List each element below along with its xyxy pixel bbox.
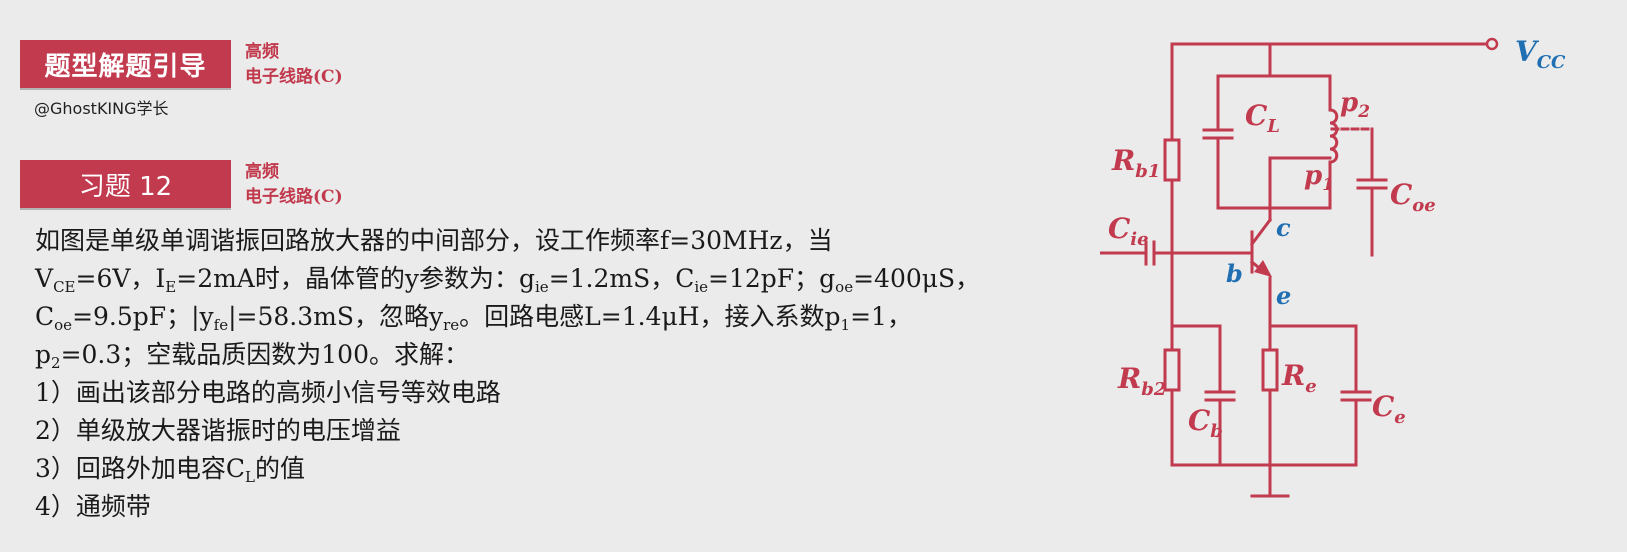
problem-line-3: Coe=9.5pF；|yfe|=58.3mS，忽略yre。回路电感L=1.4μH…	[35, 302, 912, 334]
node-b-label: b	[1226, 259, 1243, 288]
exercise-course-line1: 高频	[245, 162, 279, 182]
rb2-label: Rb2	[1117, 362, 1166, 400]
problem-line-2: VCE=6V，IE=2mA时，晶体管的y参数为：gie=1.2mS，Cie=12…	[35, 264, 981, 296]
transistor-collector	[1249, 217, 1273, 247]
re-resistor	[1261, 348, 1279, 392]
problem-line-1: 如图是单级单调谐振回路放大器的中间部分，设工作频率f=30MHz，当	[35, 226, 833, 255]
ce-label: Ce	[1372, 390, 1406, 428]
node-e-label: e	[1276, 281, 1291, 310]
exercise-course-line2: 电子线路(C)	[245, 187, 343, 207]
coe-label: Coe	[1390, 178, 1436, 216]
problem-line-4: p2=0.3；空载品质因数为100。求解：	[35, 340, 469, 372]
node-c-label: c	[1276, 213, 1291, 242]
emitter-arrow	[1254, 260, 1272, 277]
rb1-label: Rb1	[1111, 144, 1160, 182]
vcc-terminal	[1485, 37, 1499, 51]
rb2-resistor	[1163, 348, 1181, 392]
question-4: 4）通频带	[35, 492, 151, 521]
exercise-banner: 习题 12	[20, 160, 231, 208]
course-label-line2: 电子线路(C)	[245, 67, 343, 87]
problem-statement: 如图是单级单调谐振回路放大器的中间部分，设工作频率f=30MHz，当 VCE=6…	[35, 222, 1095, 526]
circuit-diagram: VCC CL p2 p1 Coe Rb1 Cie c b e Rb2 Cb Re…	[1100, 35, 1566, 498]
cl-label: CL	[1245, 99, 1280, 137]
guide-banner: 题型解题引导	[20, 40, 231, 88]
exercise-course-label: 高频 电子线路(C)	[245, 160, 343, 210]
question-1: 1）画出该部分电路的高频小信号等效电路	[35, 378, 501, 407]
re-label: Re	[1281, 359, 1317, 397]
cb-label: Cb	[1188, 404, 1223, 442]
course-label-line1: 高频	[245, 42, 279, 62]
author-credit: @GhostKING学长	[34, 99, 169, 118]
question-2: 2）单级放大器谐振时的电压增益	[35, 416, 401, 445]
cie-label: Cie	[1108, 212, 1149, 250]
vcc-label: VCC	[1515, 35, 1566, 73]
course-label: 高频 电子线路(C)	[245, 40, 343, 90]
rb1-resistor	[1163, 138, 1181, 182]
inductor-coil	[1328, 108, 1339, 164]
p2-label: p2	[1340, 88, 1370, 122]
question-3: 3）回路外加电容CL的值	[35, 454, 306, 486]
